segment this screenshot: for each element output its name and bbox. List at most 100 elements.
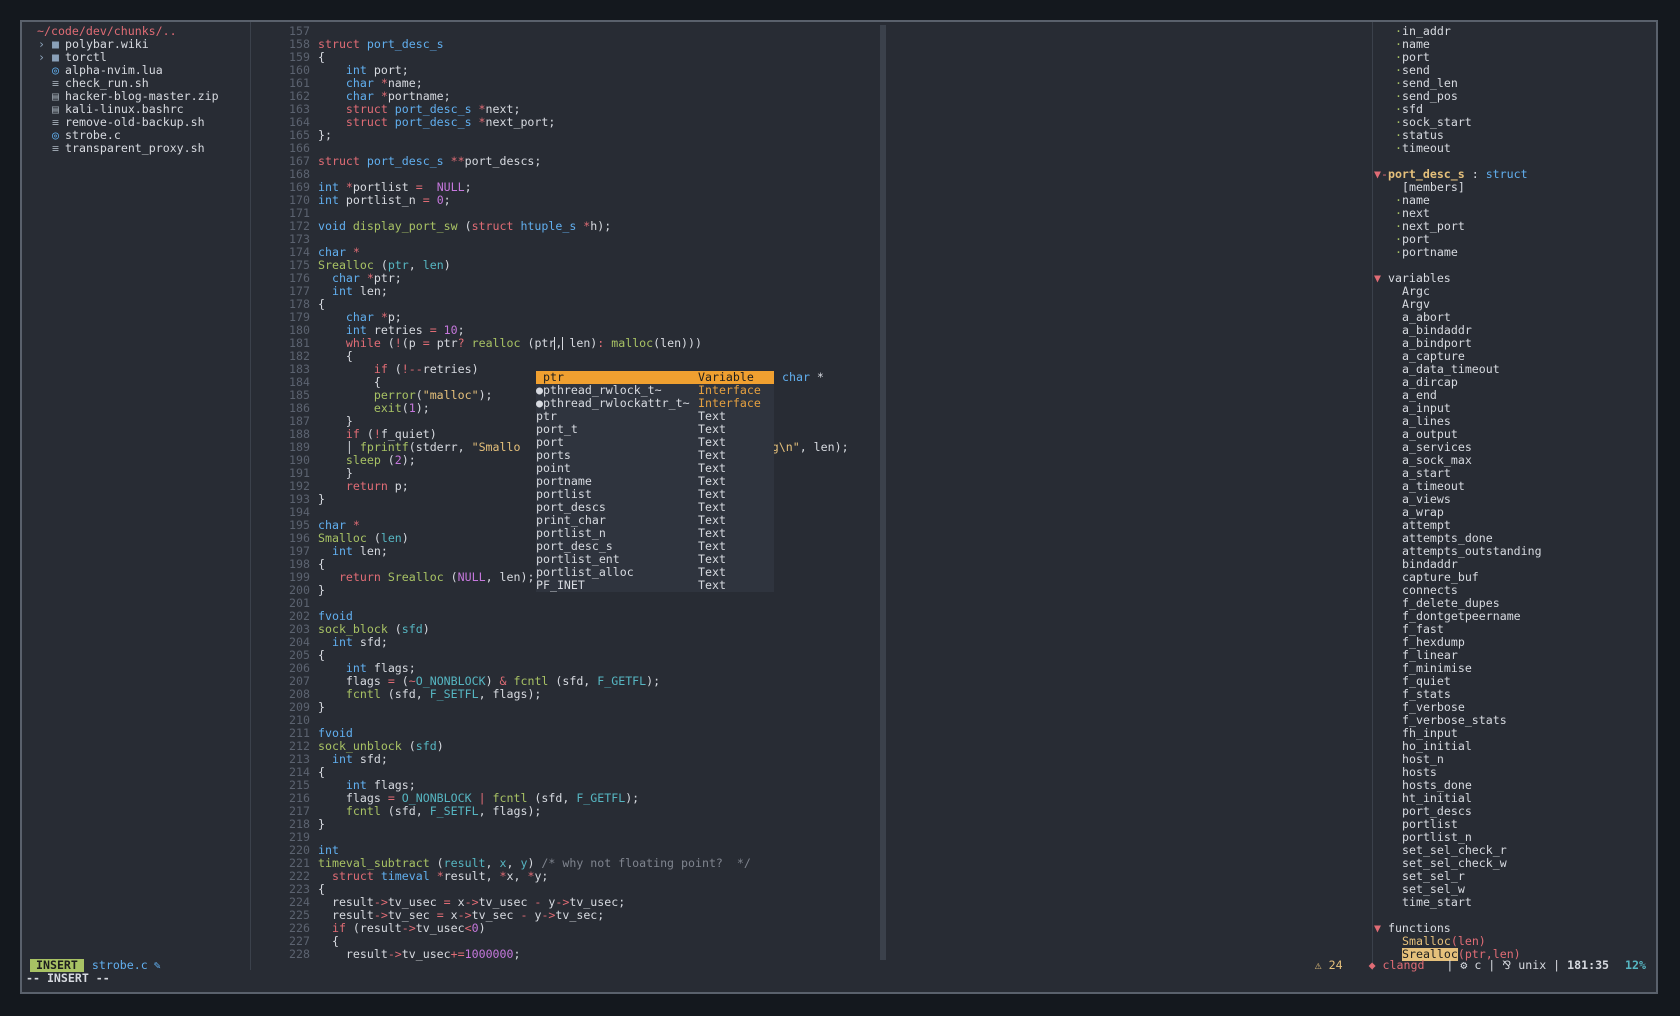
tagbar-item[interactable]: a_sock_max — [1374, 454, 1654, 467]
tagbar-item[interactable]: a_abort — [1374, 311, 1654, 324]
code-line[interactable]: 181 while (!(p = ptr? realloc (ptr, len)… — [272, 337, 882, 350]
code-line[interactable]: 172 void display_port_sw (struct htuple_s… — [272, 220, 882, 233]
tagbar-item[interactable]: a_end — [1374, 389, 1654, 402]
code-line[interactable]: 165}; — [272, 129, 882, 142]
tagbar-item[interactable]: portlist — [1374, 818, 1654, 831]
tagbar-item[interactable]: f_minimise — [1374, 662, 1654, 675]
tagbar-item[interactable]: f_fast — [1374, 623, 1654, 636]
tagbar-item[interactable]: ·port — [1374, 51, 1654, 64]
code-line[interactable]: 212 sock_unblock (sfd) — [272, 740, 882, 753]
completion-item[interactable]: portlist Text — [536, 488, 774, 501]
code-line[interactable]: 214 { — [272, 766, 882, 779]
code-line[interactable]: 225 result->tv_sec = x->tv_sec - y->tv_s… — [272, 909, 882, 922]
code-line[interactable]: 163 struct port_desc_s *next; — [272, 103, 882, 116]
code-line[interactable]: 224 result->tv_usec = x->tv_usec - y->tv… — [272, 896, 882, 909]
tagbar-function-item[interactable]: Smalloc(len) — [1374, 935, 1654, 948]
completion-item[interactable]: print_char Text — [536, 514, 774, 527]
expand-arrow-icon[interactable]: ▼- — [1374, 168, 1388, 181]
completion-item[interactable]: port_descs Text — [536, 501, 774, 514]
code-line[interactable]: 203 sock_block (sfd) — [272, 623, 882, 636]
code-line[interactable]: 209} — [272, 701, 882, 714]
code-line[interactable]: 219 — [272, 831, 882, 844]
tagbar-item[interactable]: attempts_outstanding — [1374, 545, 1654, 558]
tagbar-item[interactable]: ·send_pos — [1374, 90, 1654, 103]
tagbar-item[interactable]: f_delete_dupes — [1374, 597, 1654, 610]
code-line[interactable]: 221 timeval_subtract (result, x, y) /* wh… — [272, 857, 882, 870]
code-line[interactable]: 173 — [272, 233, 882, 246]
code-line[interactable]: 178 { — [272, 298, 882, 311]
code-line[interactable]: 176 char *ptr; — [272, 272, 882, 285]
code-line[interactable]: 218} — [272, 818, 882, 831]
completion-item[interactable]: PF_INET Text — [536, 579, 774, 592]
tagbar-item[interactable]: ·port — [1374, 233, 1654, 246]
code-line[interactable]: 180 int retries = 10; — [272, 324, 882, 337]
tagbar-struct-header[interactable]: ▼-port_desc_s : struct — [1374, 168, 1654, 181]
code-line[interactable]: 166 — [272, 142, 882, 155]
tree-item[interactable]: ▤ hacker-blog-master.zip — [37, 90, 262, 103]
code-line[interactable]: 177 int len; — [272, 285, 882, 298]
completion-item[interactable]: point Text — [536, 462, 774, 475]
tagbar-item[interactable]: ·status — [1374, 129, 1654, 142]
tagbar-item[interactable]: hosts — [1374, 766, 1654, 779]
command-line[interactable]: -- INSERT -- — [26, 972, 110, 985]
tagbar-item[interactable]: a_wrap — [1374, 506, 1654, 519]
tagbar-item[interactable]: ·sock_start — [1374, 116, 1654, 129]
tagbar-item[interactable]: ·name — [1374, 38, 1654, 51]
tagbar-item[interactable]: ·send_len — [1374, 77, 1654, 90]
completion-item[interactable]: port_t Text — [536, 423, 774, 436]
code-line[interactable]: 160 int port; — [272, 64, 882, 77]
tagbar-item[interactable]: Argc — [1374, 285, 1654, 298]
tagbar-item[interactable]: f_quiet — [1374, 675, 1654, 688]
tagbar-item[interactable]: a_views — [1374, 493, 1654, 506]
tree-item[interactable]: ≡ remove-old-backup.sh — [37, 116, 262, 129]
tagbar-item[interactable]: attempts_done — [1374, 532, 1654, 545]
code-line[interactable]: 204 int sfd; — [272, 636, 882, 649]
code-line[interactable]: 157 — [272, 25, 882, 38]
code-line[interactable]: 210 — [272, 714, 882, 727]
tagbar-item[interactable]: ·timeout — [1374, 142, 1654, 155]
completion-item[interactable]: portname Text — [536, 475, 774, 488]
code-line[interactable]: 215 int flags; — [272, 779, 882, 792]
tagbar-item[interactable]: portlist_n — [1374, 831, 1654, 844]
tagbar-item[interactable]: bindaddr — [1374, 558, 1654, 571]
completion-item[interactable]: ●pthread_rwlockattr_t~ Interface — [536, 397, 774, 410]
editor-scrollbar[interactable] — [880, 25, 886, 960]
code-line[interactable]: 216 flags = O_NONBLOCK | fcntl (sfd, F_G… — [272, 792, 882, 805]
code-line[interactable]: 227 { — [272, 935, 882, 948]
code-line[interactable]: 179 char *p; — [272, 311, 882, 324]
tagbar-item[interactable]: f_verbose — [1374, 701, 1654, 714]
tagbar-item[interactable]: a_services — [1374, 441, 1654, 454]
code-line[interactable]: 159 { — [272, 51, 882, 64]
completion-item[interactable]: ptr Text — [536, 410, 774, 423]
completion-item[interactable]: ports Text — [536, 449, 774, 462]
expand-arrow-icon[interactable]: ▼ — [1374, 272, 1388, 285]
tagbar-item[interactable]: f_hexdump — [1374, 636, 1654, 649]
code-line[interactable]: 211 fvoid — [272, 727, 882, 740]
tagbar-item[interactable]: host_n — [1374, 753, 1654, 766]
completion-item[interactable]: portlist_n Text — [536, 527, 774, 540]
tagbar-item[interactable]: capture_buf — [1374, 571, 1654, 584]
code-line[interactable]: 174 char * — [272, 246, 882, 259]
code-line[interactable]: 220 int — [272, 844, 882, 857]
tree-item[interactable]: ◎ alpha-nvim.lua — [37, 64, 262, 77]
tree-item[interactable]: › ■ torctl — [37, 51, 262, 64]
tagbar-item[interactable]: a_lines — [1374, 415, 1654, 428]
tagbar-item[interactable]: connects — [1374, 584, 1654, 597]
tagbar-item[interactable]: ·portname — [1374, 246, 1654, 259]
code-line[interactable]: 158 struct port_desc_s — [272, 38, 882, 51]
tagbar-variables-header[interactable]: ▼ variables — [1374, 272, 1654, 285]
tagbar-item[interactable]: f_linear — [1374, 649, 1654, 662]
tagbar-item[interactable]: a_output — [1374, 428, 1654, 441]
tagbar-item[interactable]: time_start — [1374, 896, 1654, 909]
completion-item[interactable]: portlist_alloc Text — [536, 566, 774, 579]
tree-item[interactable]: ◎ strobe.c — [37, 129, 262, 142]
code-line[interactable]: 167 struct port_desc_s **port_descs; — [272, 155, 882, 168]
tree-item[interactable]: ≡ check_run.sh — [37, 77, 262, 90]
tagbar-item[interactable]: ·sfd — [1374, 103, 1654, 116]
tagbar-item[interactable]: a_dircap — [1374, 376, 1654, 389]
tagbar-item[interactable]: a_data_timeout — [1374, 363, 1654, 376]
tagbar-item[interactable]: fh_input — [1374, 727, 1654, 740]
tagbar-item[interactable]: a_capture — [1374, 350, 1654, 363]
tagbar-item[interactable]: a_input — [1374, 402, 1654, 415]
tagbar-item[interactable]: ·next_port — [1374, 220, 1654, 233]
